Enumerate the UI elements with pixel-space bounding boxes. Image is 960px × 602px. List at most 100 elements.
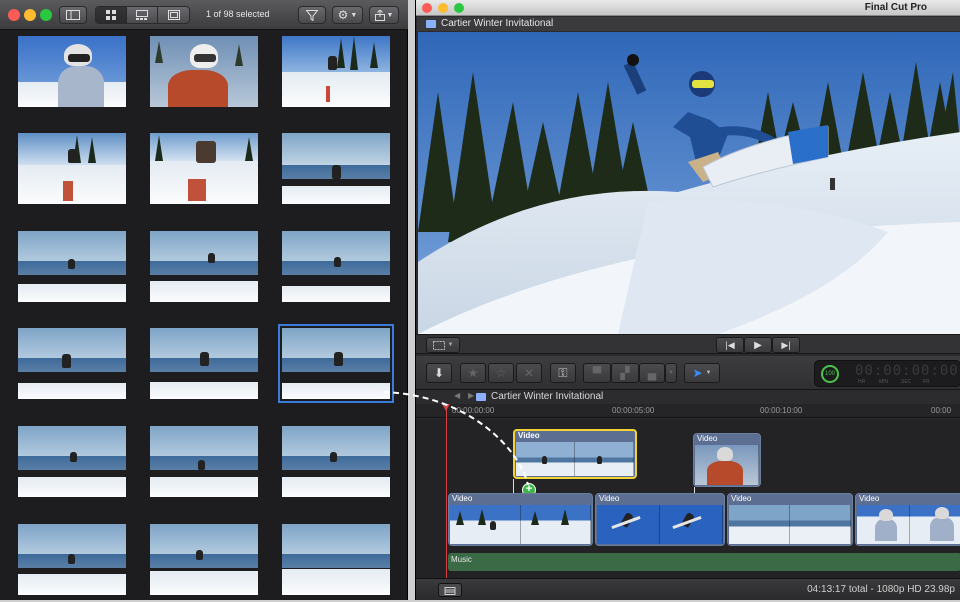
connected-clip-new[interactable]: Video [513,429,637,479]
photo-thumbnail[interactable] [18,36,126,107]
project-clapper-icon [426,20,436,28]
photo-thumbnail[interactable] [150,328,258,399]
photo-thumbnail[interactable] [282,36,390,107]
photo-thumbnail[interactable] [282,426,390,497]
viewer-controls-bar: ▼ |◀ ▶ ▶| [416,334,960,354]
minimize-window-button[interactable] [24,9,36,21]
clip-label: Video [731,494,752,503]
playhead-marker-icon [442,404,450,411]
minimize-window-button[interactable] [438,3,448,13]
clip-filmstrip [857,505,960,544]
photo-thumbnail[interactable] [282,133,390,204]
close-window-button[interactable] [422,3,432,13]
background-task-progress-icon[interactable]: 100 [821,365,839,383]
clip-filmstrip [450,505,591,544]
edit-options-dropdown[interactable]: ▼ [665,363,677,383]
x-mark-icon: ✕ [523,366,535,380]
connect-clip-button[interactable]: ▀ [583,363,611,383]
next-edit-button[interactable]: ▶| [772,337,800,353]
music-audio-lane[interactable]: Music [448,553,960,571]
playhead[interactable] [442,404,450,580]
photo-thumbnail[interactable] [150,36,258,107]
grid-view-button[interactable] [96,7,127,23]
primary-clip[interactable]: Video [595,493,725,546]
close-window-button[interactable] [8,9,20,21]
select-tool-button[interactable]: ➤ ▼ [684,363,720,383]
music-label: Music [451,555,472,564]
back-arrow-icon[interactable]: ◀ [454,391,460,400]
photo-thumbnail[interactable] [150,426,258,497]
forward-arrow-icon[interactable]: ▶ [468,391,474,400]
photo-thumbnail-selected[interactable] [278,324,394,403]
fcp-titlebar: Final Cut Pro [416,0,960,16]
chevron-down-icon: ▼ [350,11,358,19]
clip-filmstrip [729,505,851,544]
primary-clip[interactable]: Video [448,493,593,546]
insert-clip-button[interactable]: ▞ [611,363,639,383]
ruler-label: 00:00:00:00 [452,406,495,415]
share-button[interactable]: ▼ [369,6,399,24]
keyword-editor-button[interactable]: ⚿ [550,363,576,383]
filter-button[interactable] [298,6,326,24]
video-viewer[interactable] [418,32,960,334]
sidebar-icon [66,10,80,20]
photo-thumbnail[interactable] [18,328,126,399]
clip-label: Video [452,494,473,503]
append-edit-icon: ▄ [647,366,657,380]
ruler-label: 00:00:05:00 [612,406,655,415]
zoom-window-button[interactable] [40,9,52,21]
dashboard-timecode[interactable]: 100 00:00:00:00 HR MIN SEC FR [814,360,960,387]
timecode-unit-sec: SEC [901,379,912,385]
primary-clip[interactable]: Video [727,493,853,546]
clip-filmstrip [597,505,723,544]
final-cut-pro-window: Final Cut Pro Cartier Winter Invitationa… [415,0,960,600]
photo-thumbnail[interactable] [18,133,126,204]
photos-toolbar: 1 of 98 selected ⚙ ▼ ▼ [0,0,408,30]
ruler-label: 00:00 [931,406,952,415]
skip-back-icon: |◀ [725,339,735,350]
zoom-window-button[interactable] [454,3,464,13]
viewer-title-bar: Cartier Winter Invitational [417,17,960,31]
status-bar: 04:13:17 total - 1080p HD 23.98p [416,578,960,600]
photo-thumbnail[interactable] [150,231,258,302]
photo-thumbnail[interactable] [150,524,258,595]
single-view-button[interactable] [158,7,189,23]
play-icon: ▶ [754,339,762,351]
photo-thumbnail[interactable] [282,231,390,302]
viewer-display-options-button[interactable]: ▼ [426,337,460,353]
photo-thumbnail[interactable] [18,524,126,595]
app-title: Final Cut Pro [864,2,927,13]
timeline-project-title: Cartier Winter Invitational [491,391,604,402]
photo-thumbnail[interactable] [150,133,258,204]
append-clip-button[interactable]: ▄ [639,363,665,383]
timeline-index-button[interactable] [438,583,462,597]
clip-label: Video [599,494,620,503]
selection-count: 1 of 98 selected [206,9,270,19]
sidebar-toggle-button[interactable] [59,6,87,24]
filmstrip-view-button[interactable] [127,7,158,23]
import-button[interactable]: ⬇ [426,363,452,383]
clip-filmstrip [695,445,759,485]
timecode-unit-fr: FR [923,379,930,385]
connected-clip[interactable]: Video [693,433,761,487]
action-menu-button[interactable]: ⚙ ▼ [332,6,363,24]
star-outline-icon: ☆ [495,366,507,380]
favorite-button[interactable]: ★ [460,363,486,383]
photo-thumbnail[interactable] [18,231,126,302]
play-button[interactable]: ▶ [744,337,772,353]
edit-toolbar: ⬇ ★ ☆ ✕ ⚿ ▀ ▞ ▄ ▼ ➤ ▼ 100 00:00:00:00 HR … [416,356,960,390]
ruler-label: 00:00:10:00 [760,406,803,415]
view-mode-segmented-control[interactable] [95,6,190,24]
previous-edit-button[interactable]: |◀ [716,337,744,353]
project-duration-info: 04:13:17 total - 1080p HD 23.98p [807,584,955,595]
primary-clip[interactable]: Video [855,493,960,546]
photo-thumbnail[interactable] [18,426,126,497]
timeline-ruler[interactable]: 00:00:00:00 00:00:05:00 00:00:10:00 00:0… [416,404,960,418]
reject-button[interactable]: ✕ [516,363,542,383]
timecode-display: 00:00:00:00 [855,363,959,379]
skip-forward-icon: ▶| [781,339,791,350]
photo-thumbnail[interactable] [282,524,390,595]
photos-browser-window: 1 of 98 selected ⚙ ▼ ▼ [0,0,408,600]
filmstrip-icon [136,10,148,20]
unrate-button[interactable]: ☆ [488,363,514,383]
